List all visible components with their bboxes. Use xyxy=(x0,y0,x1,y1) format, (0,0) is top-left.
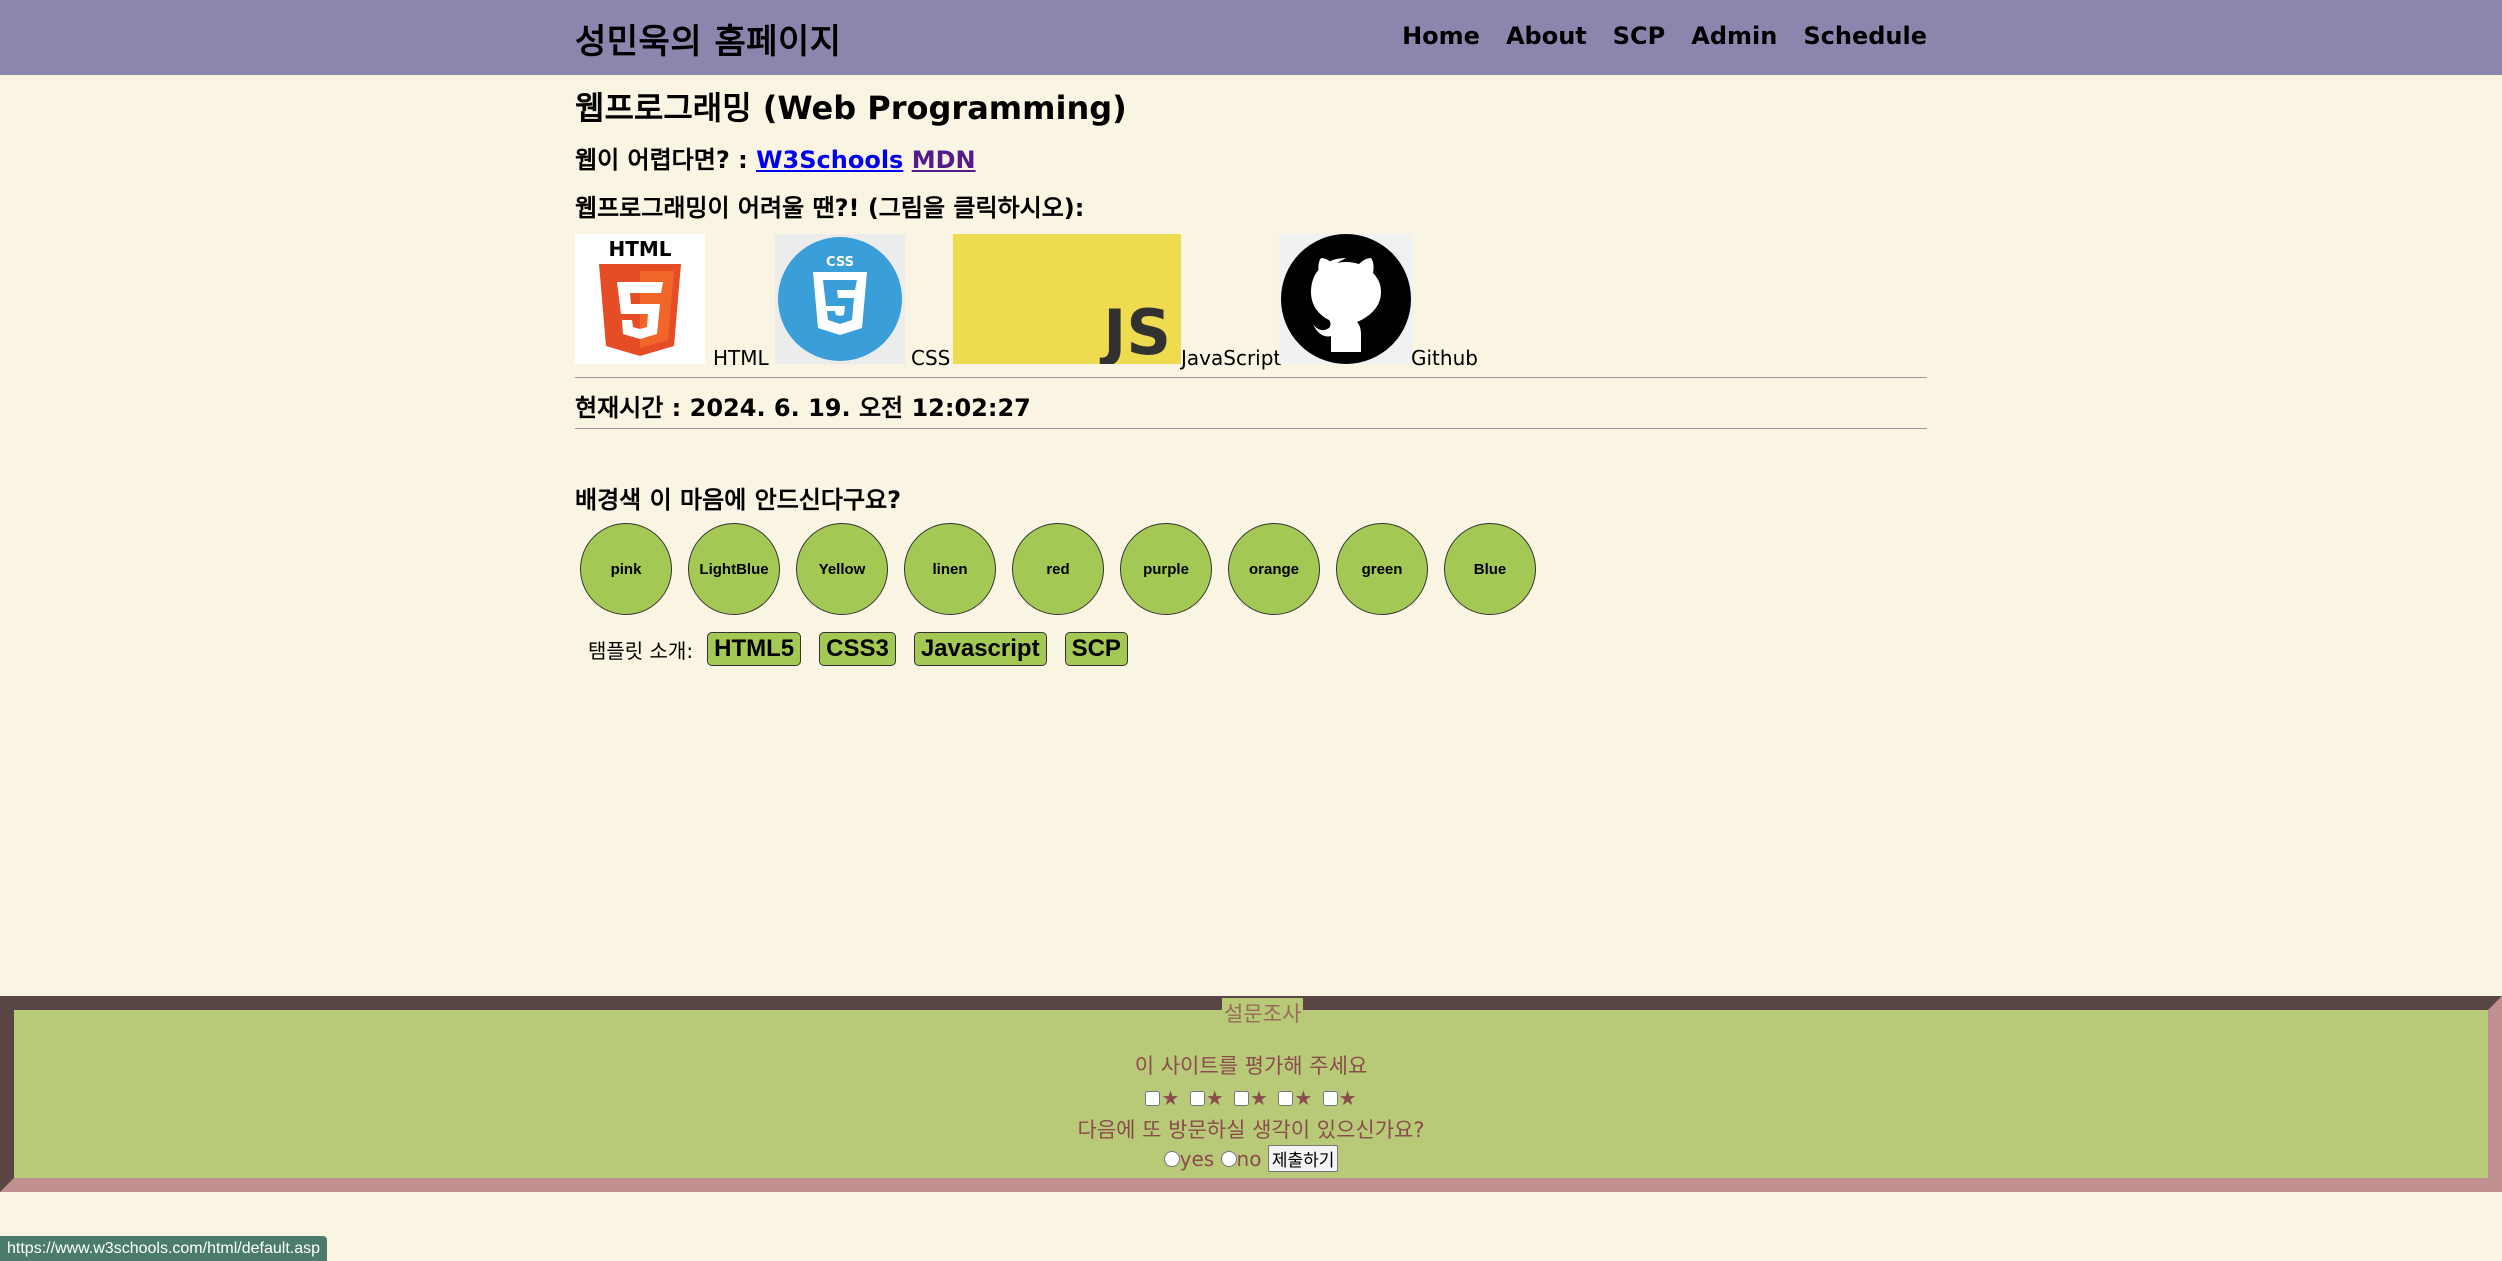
rating-checkbox-1[interactable] xyxy=(1145,1091,1161,1106)
template-scp-button[interactable]: SCP xyxy=(1064,632,1128,666)
template-css3-button[interactable]: CSS3 xyxy=(819,632,896,666)
rating-option-1[interactable]: ★ xyxy=(1145,1086,1179,1110)
page-title: 웹프로그래밍 (Web Programming) xyxy=(575,89,1127,127)
css3-logo-icon[interactable]: CSS xyxy=(775,234,905,364)
bg-color-buttons: pink LightBlue Yellow linen red purple o… xyxy=(580,523,1536,615)
bg-button-orange[interactable]: orange xyxy=(1228,523,1320,615)
bottom-divider xyxy=(575,428,1927,429)
survey-legend: 설문조사 xyxy=(1222,998,1304,1028)
logo-row: HTML HTML CSS CSS JS JavaScript Github xyxy=(575,234,1927,374)
nav-about[interactable]: About xyxy=(1506,22,1587,50)
nav-schedule[interactable]: Schedule xyxy=(1803,22,1927,50)
bg-button-red[interactable]: red xyxy=(1012,523,1104,615)
help-links-line: 웹이 어렵다면? : W3Schools MDN xyxy=(575,144,1927,176)
top-divider xyxy=(575,377,1927,378)
html-caption: HTML xyxy=(713,346,769,370)
help-prefix: 웹이 어렵다면? : xyxy=(575,146,748,174)
star-icon: ★ xyxy=(1161,1086,1180,1110)
status-url-bar: https://www.w3schools.com/html/default.a… xyxy=(0,1236,328,1261)
github-caption: Github xyxy=(1411,346,1478,370)
bg-button-yellow[interactable]: Yellow xyxy=(796,523,888,615)
svg-text:JS: JS xyxy=(1099,296,1171,364)
star-icon: ★ xyxy=(1205,1086,1224,1110)
star-icon: ★ xyxy=(1294,1086,1313,1110)
rating-question: 이 사이트를 평가해 주세요 xyxy=(1134,1054,1368,1078)
rating-option-2[interactable]: ★ xyxy=(1189,1086,1224,1110)
bg-button-blue[interactable]: Blue xyxy=(1444,523,1536,615)
template-label: 탬플릿 소개: xyxy=(588,638,694,663)
rating-checkbox-3[interactable] xyxy=(1234,1091,1250,1106)
bg-color-title: 배경색 이 마음에 안드신다구요? xyxy=(575,486,902,514)
template-javascript-button[interactable]: Javascript xyxy=(913,632,1047,666)
rating-option-3[interactable]: ★ xyxy=(1234,1086,1268,1110)
clock-value: 2024. 6. 19. 오전 12:02:27 xyxy=(689,394,1031,422)
rating-option-5[interactable]: ★ xyxy=(1322,1086,1357,1110)
bg-button-linen[interactable]: linen xyxy=(904,523,996,615)
nav-home[interactable]: Home xyxy=(1402,22,1480,50)
svg-text:CSS: CSS xyxy=(826,255,854,270)
submit-button[interactable]: 제출하기 xyxy=(1267,1145,1339,1172)
rating-checkbox-5[interactable] xyxy=(1322,1091,1338,1106)
bg-button-pink[interactable]: pink xyxy=(580,523,672,615)
top-header: 성민욱의 홈페이지 Home About SCP Admin Schedule xyxy=(0,0,2502,75)
github-logo-icon[interactable] xyxy=(1279,234,1413,364)
rating-stars: ★ ★ ★ ★ ★ xyxy=(14,1086,2488,1110)
yes-label: yes xyxy=(1179,1147,1215,1171)
template-row: 탬플릿 소개: HTML5 CSS3 Javascript SCP xyxy=(588,632,1146,666)
bg-button-purple[interactable]: purple xyxy=(1120,523,1212,615)
bg-button-lightblue[interactable]: LightBlue xyxy=(688,523,780,615)
mdn-link[interactable]: MDN xyxy=(912,146,976,174)
rating-option-4[interactable]: ★ xyxy=(1278,1086,1312,1110)
star-icon: ★ xyxy=(1338,1086,1357,1110)
javascript-caption: JavaScript xyxy=(1181,346,1282,370)
main-nav: Home About SCP Admin Schedule xyxy=(1402,22,1927,50)
yes-radio[interactable] xyxy=(1163,1151,1180,1167)
css-caption: CSS xyxy=(911,346,951,370)
svg-text:HTML: HTML xyxy=(608,237,671,261)
javascript-logo-icon[interactable]: JS xyxy=(953,234,1181,364)
survey-fieldset: 설문조사 이 사이트를 평가해 주세요 ★ ★ ★ ★ ★ 다음에 또 방문하실… xyxy=(0,996,2502,1192)
revisit-question: 다음에 또 방문하실 생각이 있으신가요? xyxy=(1077,1118,1425,1142)
star-icon: ★ xyxy=(1250,1086,1268,1110)
template-html5-button[interactable]: HTML5 xyxy=(707,632,802,666)
site-title: 성민욱의 홈페이지 xyxy=(575,22,842,62)
no-label: no xyxy=(1236,1147,1262,1171)
nav-admin[interactable]: Admin xyxy=(1691,22,1777,50)
current-time: 현재시간 : 2024. 6. 19. 오전 12:02:27 xyxy=(575,388,1031,423)
logo-prompt: 웹프로그래밍이 어려울 땐?! (그림을 클릭하시오): xyxy=(575,194,1085,222)
revisit-answers: yes no 제출하기 xyxy=(14,1145,2488,1172)
rating-checkbox-2[interactable] xyxy=(1189,1091,1205,1106)
nav-scp[interactable]: SCP xyxy=(1613,22,1666,50)
html5-logo-icon[interactable]: HTML xyxy=(575,234,705,364)
rating-checkbox-4[interactable] xyxy=(1278,1091,1294,1106)
w3schools-link[interactable]: W3Schools xyxy=(756,146,903,174)
no-radio[interactable] xyxy=(1220,1151,1237,1167)
main-content: 웹프로그래밍 (Web Programming) 웹이 어렵다면? : W3Sc… xyxy=(575,88,1927,374)
bg-button-green[interactable]: green xyxy=(1336,523,1428,615)
clock-label: 현재시간 : xyxy=(575,394,682,422)
